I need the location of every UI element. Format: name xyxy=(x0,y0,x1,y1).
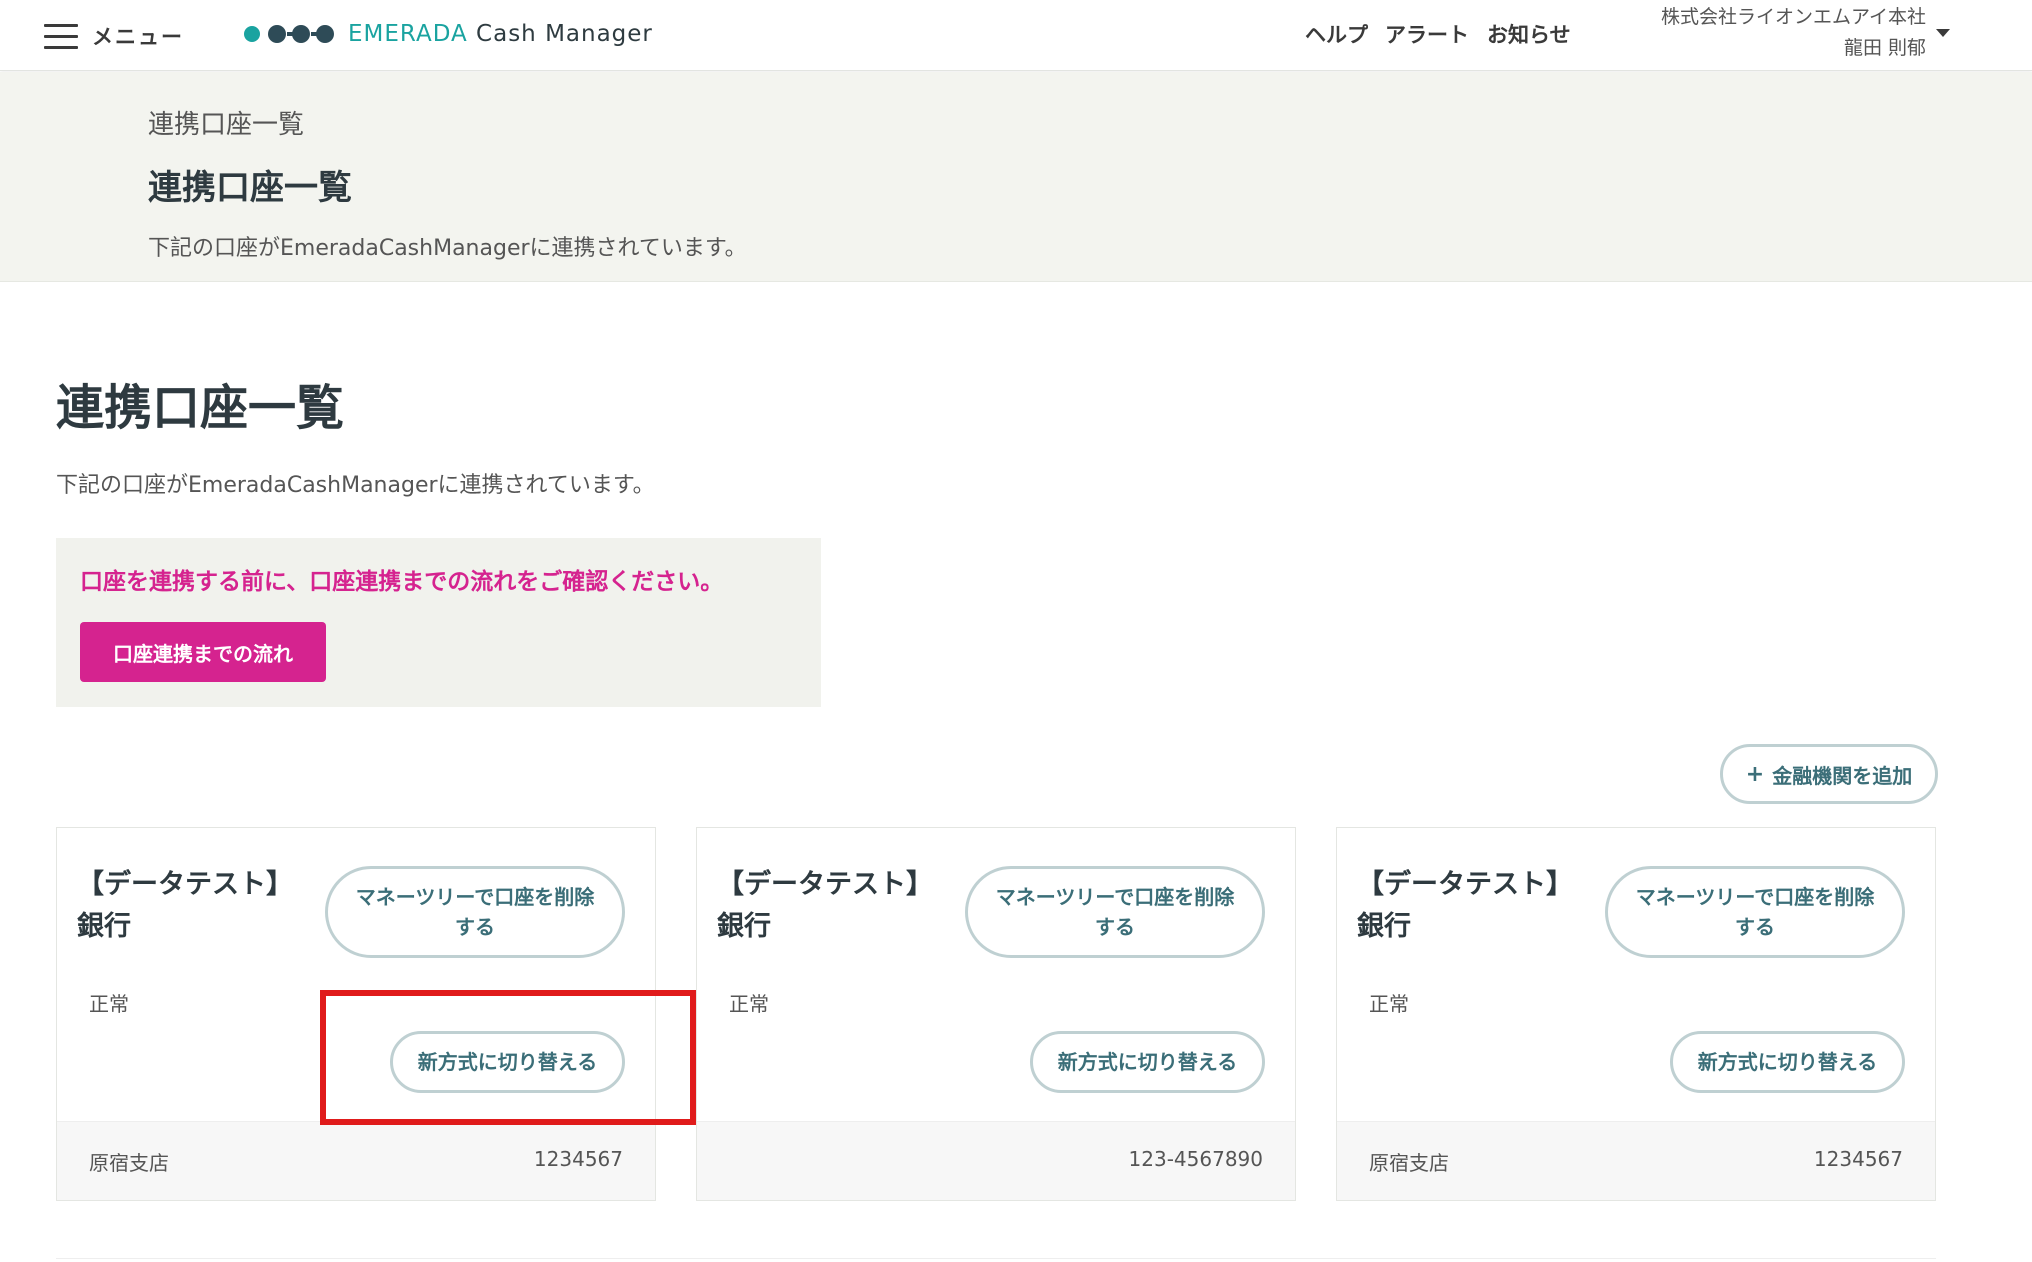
delete-account-button[interactable]: マネーツリーで口座を削除する xyxy=(1605,866,1905,958)
bank-name-line1: 【データテスト】 xyxy=(1357,869,1573,900)
account-number: 123-4567890 xyxy=(1128,1147,1263,1171)
switch-method-button[interactable]: 新方式に切り替える xyxy=(1670,1031,1905,1093)
bank-name-line2: 銀行 xyxy=(1357,911,1411,942)
page-banner: 連携口座一覧 連携口座一覧 下記の口座がEmeradaCashManagerに連… xyxy=(0,72,2032,282)
notice-text: 口座を連携する前に、口座連携までの流れをご確認ください。 xyxy=(80,569,724,595)
nav-help-wrap: ヘルプ xyxy=(1305,18,1368,50)
nav-notice[interactable]: お知らせ xyxy=(1487,19,1571,49)
breadcrumb: 連携口座一覧 xyxy=(148,110,305,140)
bank-name-line2: 銀行 xyxy=(717,911,771,942)
logo-emerada: EMERADA xyxy=(348,21,468,47)
account-card: 【データテスト】 銀行 マネーツリーで口座を削除する 正常 新方式に切り替える … xyxy=(696,827,1296,1201)
nav-alert-wrap: アラート xyxy=(1385,18,1469,50)
menu-button[interactable]: メニュー xyxy=(44,18,184,54)
branch-name: 原宿支店 xyxy=(89,1151,169,1175)
account-card: 【データテスト】 銀行 マネーツリーで口座を削除する 正常 新方式に切り替える … xyxy=(1336,827,1936,1201)
user-menu[interactable]: 株式会社ライオンエムアイ本社 龍田 則郁 xyxy=(1661,2,1926,64)
switch-method-button[interactable]: 新方式に切り替える xyxy=(390,1031,625,1093)
card-footer: 原宿支店 1234567 xyxy=(57,1121,655,1200)
logo-cash-manager: Cash Manager xyxy=(476,21,653,47)
account-number: 1234567 xyxy=(1813,1147,1903,1171)
bank-name-line1: 【データテスト】 xyxy=(717,869,933,900)
card-footer: 原宿支店 1234567 xyxy=(1337,1121,1935,1200)
status-text: 正常 xyxy=(1369,992,1409,1016)
notice-box: 口座を連携する前に、口座連携までの流れをご確認ください。 口座連携までの流れ xyxy=(56,538,821,707)
add-institution-label: 金融機関を追加 xyxy=(1772,763,1913,788)
delete-account-button[interactable]: マネーツリーで口座を削除する xyxy=(965,866,1265,958)
flow-button[interactable]: 口座連携までの流れ xyxy=(80,622,326,682)
banner-title: 連携口座一覧 xyxy=(148,168,352,208)
switch-method-button[interactable]: 新方式に切り替える xyxy=(1030,1031,1265,1093)
add-institution-button[interactable]: + 金融機関を追加 xyxy=(1720,744,1938,804)
next-row-edge xyxy=(56,1258,1936,1262)
page-description: 下記の口座がEmeradaCashManagerに連携されています。 xyxy=(56,473,655,498)
app-logo[interactable]: EMERADA Cash Manager xyxy=(244,14,653,54)
status-text: 正常 xyxy=(729,992,769,1016)
nav-help[interactable]: ヘルプ xyxy=(1305,19,1368,49)
logo-text: EMERADA Cash Manager xyxy=(348,21,653,47)
bank-name-line1: 【データテスト】 xyxy=(77,869,293,900)
user-name: 龍田 則郁 xyxy=(1843,37,1926,59)
top-header: メニュー EMERADA Cash Manager ヘルプ アラート お知らせ … xyxy=(0,0,2032,71)
user-company: 株式会社ライオンエムアイ本社 xyxy=(1660,6,1926,28)
hamburger-icon[interactable] xyxy=(44,23,78,49)
banner-description: 下記の口座がEmeradaCashManagerに連携されています。 xyxy=(148,236,747,261)
nav-notice-wrap: お知らせ xyxy=(1487,18,1571,50)
account-number: 1234567 xyxy=(533,1147,623,1171)
status-text: 正常 xyxy=(89,992,129,1016)
logo-mark-icon xyxy=(244,25,336,43)
bank-name: 【データテスト】 銀行 xyxy=(717,864,937,948)
card-footer: 123-4567890 xyxy=(697,1121,1295,1200)
chevron-down-icon[interactable] xyxy=(1936,29,1950,37)
branch-name: 原宿支店 xyxy=(1369,1151,1449,1175)
menu-label: メニュー xyxy=(92,25,184,49)
delete-account-button[interactable]: マネーツリーで口座を削除する xyxy=(325,866,625,958)
bank-name-line2: 銀行 xyxy=(77,911,131,942)
page-title: 連携口座一覧 xyxy=(56,380,345,436)
plus-icon: + xyxy=(1745,761,1765,787)
nav-alert[interactable]: アラート xyxy=(1385,19,1469,49)
bank-name: 【データテスト】 銀行 xyxy=(77,864,297,948)
account-card: 【データテスト】 銀行 マネーツリーで口座を削除する 正常 新方式に切り替える … xyxy=(56,827,656,1201)
bank-name: 【データテスト】 銀行 xyxy=(1357,864,1577,948)
